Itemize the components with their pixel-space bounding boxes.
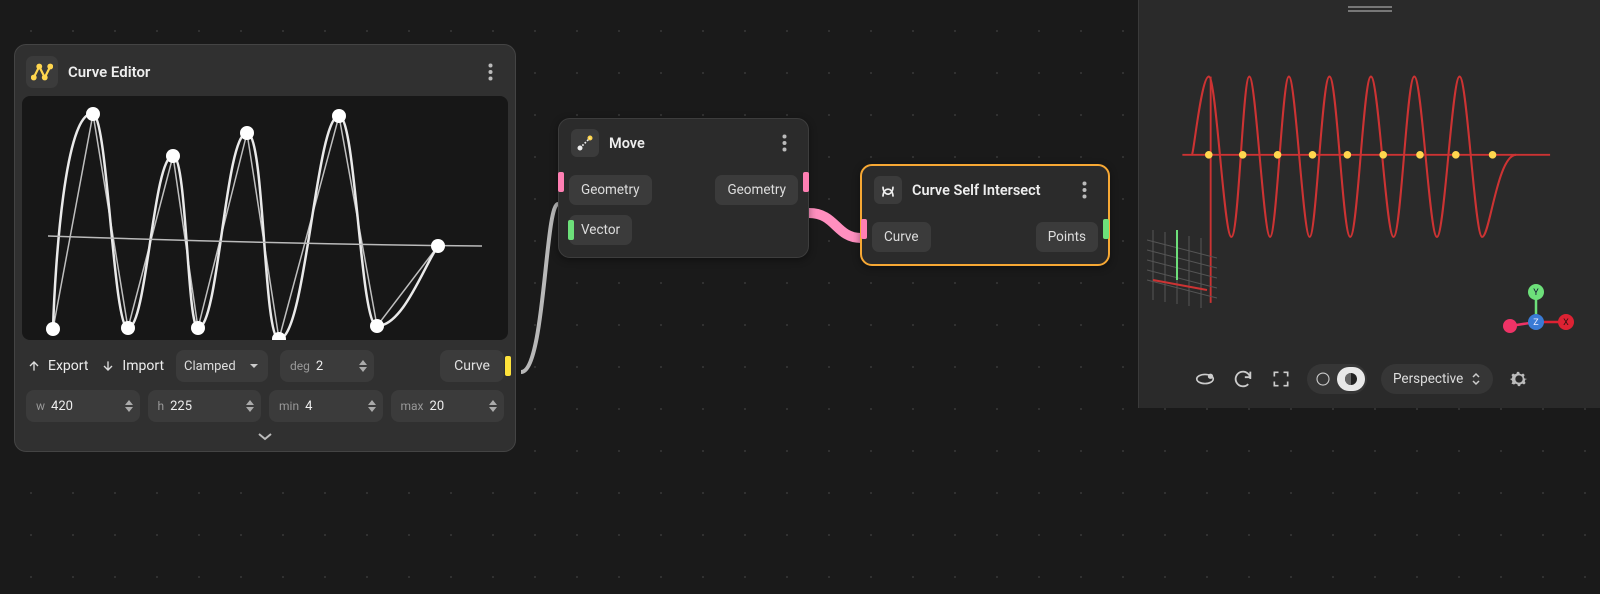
min-stepper[interactable] bbox=[367, 399, 377, 413]
control-point[interactable] bbox=[332, 109, 346, 123]
node-csi-menu[interactable] bbox=[1072, 178, 1096, 202]
curve-editor-icon bbox=[26, 56, 58, 88]
control-point[interactable] bbox=[191, 321, 205, 335]
refresh-icon[interactable] bbox=[1231, 367, 1255, 391]
shading-toggle[interactable] bbox=[1307, 364, 1367, 394]
svg-text:X: X bbox=[1563, 318, 1569, 328]
axis-gizmo[interactable]: Y X Z bbox=[1496, 282, 1576, 352]
viewport-panel: Y X Z Perspective bbox=[1138, 0, 1600, 408]
import-label: Import bbox=[122, 358, 164, 374]
curve-editor-header: Curve Editor bbox=[22, 52, 508, 96]
viewport-toolbar: Perspective bbox=[1193, 364, 1531, 394]
control-point[interactable] bbox=[240, 126, 254, 140]
move-input-vector[interactable]: Vector bbox=[569, 215, 632, 245]
node-csi-title: Curve Self Intersect bbox=[912, 182, 1062, 199]
move-icon bbox=[571, 129, 599, 157]
csi-output-points[interactable]: Points bbox=[1036, 222, 1098, 252]
wireframe-toggle[interactable] bbox=[1309, 367, 1337, 391]
collapse-toggle[interactable] bbox=[22, 422, 508, 444]
orbit-icon[interactable] bbox=[1193, 367, 1217, 391]
floor-grid-icon bbox=[1147, 220, 1217, 308]
curve-editor-panel: Curve Editor Export bbox=[14, 44, 516, 452]
panel-drag-handle[interactable] bbox=[1348, 6, 1392, 14]
height-stepper[interactable] bbox=[245, 399, 255, 413]
projection-select[interactable]: Perspective bbox=[1381, 364, 1493, 394]
height-field[interactable]: h 225 bbox=[148, 390, 262, 422]
import-button[interactable]: Import bbox=[100, 358, 164, 374]
shaded-toggle[interactable] bbox=[1337, 367, 1365, 391]
node-csi-header[interactable]: Curve Self Intersect bbox=[862, 166, 1108, 214]
node-move-menu[interactable] bbox=[772, 131, 796, 155]
curve-graph[interactable] bbox=[22, 96, 508, 340]
export-label: Export bbox=[48, 358, 88, 374]
max-stepper[interactable] bbox=[488, 399, 498, 413]
max-field[interactable]: max 20 bbox=[391, 390, 505, 422]
node-curve-self-intersect[interactable]: Curve Self Intersect Curve Points bbox=[860, 164, 1110, 266]
control-point[interactable] bbox=[86, 107, 100, 121]
curve-editor-title: Curve Editor bbox=[68, 63, 468, 81]
control-point[interactable] bbox=[370, 319, 384, 333]
curve-output-port[interactable]: Curve bbox=[440, 350, 504, 382]
intersect-icon bbox=[874, 176, 902, 204]
move-input-geometry[interactable]: Geometry bbox=[569, 175, 652, 205]
node-move[interactable]: Move Geometry Geometry Vector bbox=[558, 118, 809, 258]
export-button[interactable]: Export bbox=[26, 358, 88, 374]
fullscreen-icon[interactable] bbox=[1269, 367, 1293, 391]
width-stepper[interactable] bbox=[124, 399, 134, 413]
control-point[interactable] bbox=[46, 322, 60, 336]
control-point[interactable] bbox=[121, 321, 135, 335]
degree-stepper[interactable] bbox=[358, 359, 368, 373]
svg-text:Z: Z bbox=[1533, 318, 1539, 328]
control-point[interactable] bbox=[431, 239, 445, 253]
clamp-mode-select[interactable]: Clamped bbox=[176, 350, 268, 382]
settings-icon[interactable] bbox=[1507, 367, 1531, 391]
move-output-geometry[interactable]: Geometry bbox=[715, 175, 798, 205]
csi-input-curve[interactable]: Curve bbox=[872, 222, 931, 252]
panel-menu-button[interactable] bbox=[478, 60, 502, 84]
width-field[interactable]: w 420 bbox=[26, 390, 140, 422]
control-point[interactable] bbox=[166, 149, 180, 163]
min-field[interactable]: min 4 bbox=[269, 390, 383, 422]
node-move-title: Move bbox=[609, 135, 762, 152]
node-move-header[interactable]: Move bbox=[559, 119, 808, 167]
degree-field[interactable]: deg 2 bbox=[280, 350, 374, 382]
svg-text:Y: Y bbox=[1533, 288, 1539, 298]
